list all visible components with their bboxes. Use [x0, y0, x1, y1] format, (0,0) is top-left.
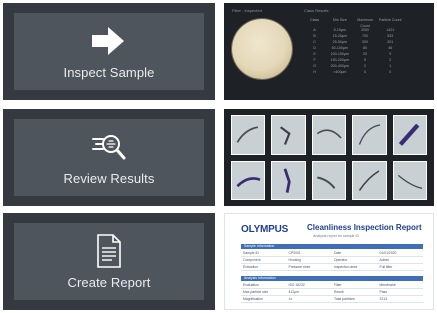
particle-thumbnail[interactable]	[352, 115, 387, 155]
inspect-header-right: Class Results	[304, 8, 329, 13]
particle-thumbnail[interactable]	[231, 115, 266, 155]
review-results-label: Review Results	[63, 171, 155, 186]
analysis-info-fields: Evaluation ISO 16232 Filter Membrane Max pa…	[241, 282, 423, 303]
particle-thumbnail[interactable]	[311, 160, 347, 200]
table-header-row: Class Min Size Maximum Count Particle Co…	[302, 17, 428, 28]
inspect-sample-tile: Inspect Sample	[3, 3, 215, 100]
document-icon	[89, 233, 129, 269]
review-results-tile: Review Results	[3, 109, 215, 206]
column-header: Min Size	[332, 18, 347, 22]
magnifier-icon	[89, 129, 129, 165]
column-header: Class	[310, 18, 320, 22]
section-header: Sample Information	[241, 244, 423, 249]
inspect-header-left: Filter - Inspected	[232, 8, 262, 13]
olympus-logo: OLYMPUS	[241, 224, 289, 235]
class-results-table: Class Min Size Maximum Count Particle Co…	[302, 17, 428, 75]
particle-thumbnail-grid	[231, 115, 427, 200]
inspect-preview-panel: Filter - Inspected Class Results Class M…	[224, 3, 434, 100]
create-report-tile: Create Report	[3, 213, 215, 310]
inspect-sample-button[interactable]: Inspect Sample	[14, 13, 204, 90]
review-results-button[interactable]: Review Results	[14, 119, 204, 196]
filter-membrane-image	[232, 19, 292, 79]
particle-thumbnail[interactable]	[271, 115, 306, 155]
inspect-sample-label: Inspect Sample	[63, 65, 155, 80]
particle-gallery-panel	[224, 109, 434, 206]
particle-thumbnail[interactable]	[311, 115, 347, 155]
particle-thumbnail[interactable]	[392, 160, 427, 200]
report-subtitle: Analysis report for sample ID	[313, 234, 360, 238]
column-header: Particle Count	[378, 18, 402, 22]
table-row: H >400µm 0 0	[313, 70, 392, 74]
particle-thumbnail[interactable]	[352, 160, 387, 200]
particle-thumbnail[interactable]	[271, 160, 306, 200]
particle-thumbnail[interactable]	[231, 160, 266, 200]
report-title: Cleanliness Inspection Report	[307, 223, 422, 232]
column-header	[403, 17, 428, 23]
create-report-label: Create Report	[67, 275, 151, 290]
section-header: Analysis Information	[241, 276, 423, 281]
sample-info-fields: Sample ID CP0001 Date 01/01/2020 Component H…	[241, 250, 423, 271]
create-report-button[interactable]: Create Report	[14, 223, 204, 300]
report-preview-panel: OLYMPUS Cleanliness Inspection Report An…	[224, 213, 434, 310]
arrow-right-icon	[89, 23, 129, 59]
particle-thumbnail[interactable]	[392, 115, 427, 155]
column-header: Maximum Count	[357, 18, 373, 28]
